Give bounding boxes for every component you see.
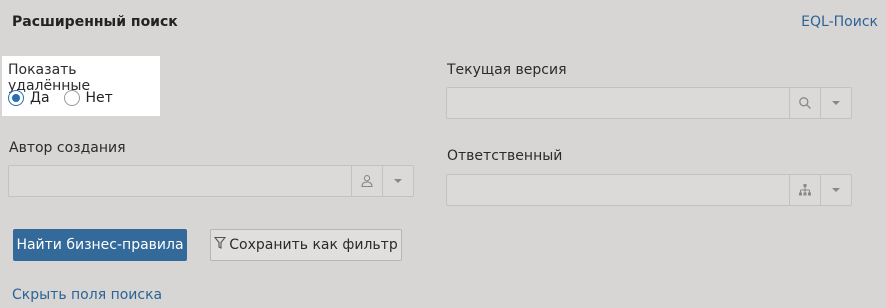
author-input[interactable] bbox=[9, 166, 351, 196]
current-version-label: Текущая версия bbox=[447, 62, 567, 78]
radio-yes[interactable] bbox=[8, 90, 24, 106]
author-user-picker-button[interactable] bbox=[351, 166, 382, 196]
show-deleted-group: Показать удалённые Да Нет bbox=[2, 56, 160, 116]
responsible-label: Ответственный bbox=[447, 148, 563, 164]
filter-icon bbox=[214, 236, 229, 254]
responsible-structure-button[interactable] bbox=[789, 175, 820, 205]
author-label: Автор создания bbox=[9, 140, 126, 156]
org-structure-icon bbox=[798, 183, 812, 197]
show-deleted-radio-group: Да Нет bbox=[8, 90, 127, 106]
save-as-filter-label: Сохранить как фильтр bbox=[229, 237, 398, 253]
current-version-combobox bbox=[446, 87, 852, 119]
author-combobox bbox=[8, 165, 414, 197]
current-version-input[interactable] bbox=[447, 88, 789, 118]
author-dropdown-button[interactable] bbox=[382, 166, 413, 196]
current-version-search-button[interactable] bbox=[789, 88, 820, 118]
radio-no-label: Нет bbox=[85, 90, 113, 106]
search-icon bbox=[798, 96, 812, 110]
radio-option-yes[interactable]: Да bbox=[8, 90, 50, 106]
current-version-dropdown-button[interactable] bbox=[820, 88, 851, 118]
responsible-combobox bbox=[446, 174, 852, 206]
find-business-rules-button[interactable]: Найти бизнес-правила bbox=[13, 229, 187, 261]
chevron-down-icon bbox=[831, 187, 841, 193]
responsible-dropdown-button[interactable] bbox=[820, 175, 851, 205]
chevron-down-icon bbox=[831, 100, 841, 106]
radio-no[interactable] bbox=[63, 90, 80, 106]
save-as-filter-button[interactable]: Сохранить как фильтр bbox=[210, 229, 402, 261]
advanced-search-panel: Расширенный поиск EQL-Поиск Показать уда… bbox=[0, 0, 886, 308]
person-icon bbox=[360, 174, 374, 188]
panel-title: Расширенный поиск bbox=[12, 14, 178, 30]
chevron-down-icon bbox=[393, 178, 403, 184]
hide-search-fields-link[interactable]: Скрыть поля поиска bbox=[12, 287, 162, 303]
radio-yes-label: Да bbox=[30, 90, 50, 106]
responsible-input[interactable] bbox=[447, 175, 789, 205]
radio-option-no[interactable]: Нет bbox=[63, 90, 113, 106]
eql-search-link[interactable]: EQL-Поиск bbox=[801, 14, 878, 30]
